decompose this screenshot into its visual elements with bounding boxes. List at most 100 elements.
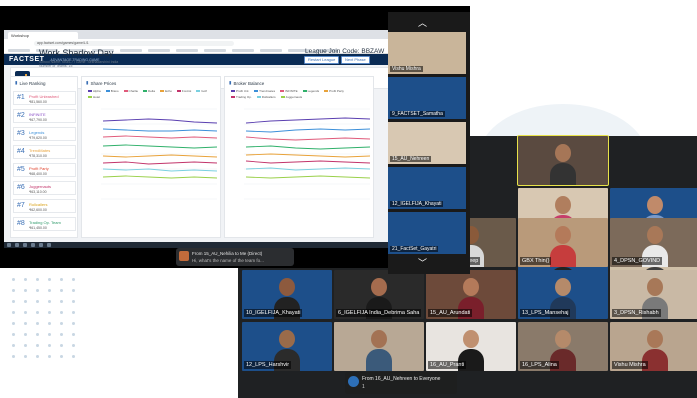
- chevron-up-icon[interactable]: ︿: [418, 16, 427, 29]
- legend-swatch: [88, 96, 92, 98]
- legend-entry[interactable]: Legends: [302, 89, 319, 93]
- rank-number: #3: [17, 130, 25, 137]
- page-title: Work Shadow Day: [39, 48, 114, 58]
- participant-video-tile[interactable]: [517, 135, 609, 186]
- series-line: [102, 118, 218, 124]
- ranking-item: #2 INFINITE ₹67,790.00: [13, 109, 76, 123]
- taskbar-app-icon[interactable]: [15, 243, 19, 247]
- legend-entry[interactable]: Golf: [196, 89, 207, 93]
- participant-video-tile[interactable]: 12_IGELFIJA_Khayati: [388, 167, 466, 209]
- next-phase-button[interactable]: Next Phase: [341, 56, 370, 64]
- bookmark-item[interactable]: [176, 48, 198, 52]
- chat-notification-message: Hi, what's the name of the team fo...: [192, 258, 264, 263]
- team-value: ₹81,560.00: [29, 100, 47, 104]
- series-line: [245, 153, 371, 158]
- bookmark-item[interactable]: [148, 48, 170, 52]
- participant-video-tile[interactable]: 15_AU_Arundati: [426, 270, 516, 319]
- participant-video-tile[interactable]: 15_AU_Nehreen: [388, 122, 466, 164]
- participant-name: 15_AU_Nehreen: [390, 156, 432, 162]
- ranking-item: #1 Profit Unleashed ₹81,560.00: [13, 91, 76, 105]
- series-line: [102, 175, 218, 179]
- participant-video-tile[interactable]: 16_LPS_Alina: [518, 322, 608, 371]
- legend-swatch: [123, 90, 128, 92]
- bookmark-item[interactable]: [260, 48, 282, 52]
- live-ranking-panel: ▮ Live Ranking #1 Profit Unleashed ₹81,560…: [10, 76, 78, 238]
- series-line: [245, 145, 371, 150]
- participant-video-tile[interactable]: 6_IGELFIJA India_Debrima Saha: [334, 270, 424, 319]
- legend-swatch: [231, 96, 235, 98]
- participant-name: 12_LPS_Harshvir: [244, 361, 292, 369]
- participant-video-tile[interactable]: 21_FactSet_Gayatri: [388, 212, 466, 254]
- bookmark-item[interactable]: [8, 48, 30, 52]
- taskbar-app-icon[interactable]: [23, 243, 27, 247]
- team-value: ₹78,310.00: [29, 154, 47, 158]
- participant-video-tile[interactable]: [334, 322, 424, 371]
- participant-name: 13_LPS_Mansehaj: [520, 309, 571, 317]
- legend-entry[interactable]: Foxtrot: [176, 89, 191, 93]
- legend-entry[interactable]: Profit Unl.: [231, 89, 249, 93]
- team-name: Rollcallers: [29, 202, 48, 207]
- participant-head: [647, 278, 663, 296]
- participant-video-tile[interactable]: 16_AU_Pranti: [426, 322, 516, 371]
- legend-entry[interactable]: Profit Party: [324, 89, 344, 93]
- participant-video-tile[interactable]: Vishu Mishra: [610, 322, 697, 371]
- chat-notification-sender: From 15_AU_Nehilia to Me (Direct): [192, 251, 263, 256]
- participant-name: Vishu Mishra: [390, 66, 423, 72]
- legend-entry[interactable]: Delta: [143, 89, 155, 93]
- series-line: [102, 144, 218, 149]
- legend-entry[interactable]: Trading Op.: [231, 95, 252, 99]
- chevron-down-icon[interactable]: ﹀: [418, 256, 427, 269]
- legend-entry[interactable]: INFINITE: [280, 89, 298, 93]
- participant-video-tile[interactable]: 12_LPS_Harshvir: [242, 322, 332, 371]
- legend-entry[interactable]: Alpha: [88, 89, 101, 93]
- bookmark-item[interactable]: [120, 48, 142, 52]
- rank-number: #1: [17, 94, 25, 101]
- participant-head: [647, 196, 663, 214]
- rank-number: #6: [17, 184, 25, 191]
- team-name: Trading Op. Team: [29, 220, 61, 225]
- chart-icon: ▮: [229, 80, 232, 85]
- taskbar-app-icon[interactable]: [31, 243, 35, 247]
- broker-balance-title: ▮ Broker Balance: [225, 77, 373, 89]
- team-name: Profit Unleashed: [29, 94, 59, 99]
- start-icon[interactable]: [7, 243, 11, 247]
- participant-video-tile[interactable]: 10_IGELFIJA_Khayati: [242, 270, 332, 319]
- rank-number: #5: [17, 166, 25, 173]
- ranking-item: #6 Juggernauts ₹63,110.00: [13, 181, 76, 195]
- group-chat-notification[interactable]: From 16_AU_Nehreen to Everyone 1: [345, 372, 457, 394]
- browser-tab[interactable]: Workshop: [8, 32, 78, 39]
- participant-video-tile[interactable]: 13_LPS_Mansehaj: [518, 270, 608, 319]
- restart-league-button[interactable]: Restart League: [304, 56, 340, 64]
- participant-video: [366, 330, 392, 371]
- participant-video-tile[interactable]: GBX Thin(): [518, 218, 608, 267]
- series-line: [245, 136, 371, 141]
- bookmark-item[interactable]: [204, 48, 226, 52]
- taskbar-app-icon[interactable]: [39, 243, 43, 247]
- participant-name: 16_LPS_Alina: [520, 361, 559, 369]
- legend-entry[interactable]: Juggernauts: [280, 95, 302, 99]
- direct-chat-notification[interactable]: From 15_AU_Nehilia to Me (Direct) Hi, wh…: [176, 248, 294, 266]
- legend-entry[interactable]: Hotel: [88, 95, 100, 99]
- ranking-icon: ▮: [15, 80, 18, 85]
- participant-body: [550, 245, 576, 267]
- series-line: [102, 128, 218, 132]
- chat-avatar: [348, 376, 359, 387]
- participant-video-tile[interactable]: 4_DPSN_GOVIND: [610, 218, 697, 267]
- legend-entry[interactable]: Echo: [160, 89, 172, 93]
- broker-balance-chart: [244, 108, 371, 200]
- participant-video-tile[interactable]: 9_FACTSET_Samatha: [388, 77, 466, 119]
- legend-entry[interactable]: Bravo: [105, 89, 119, 93]
- legend-entry[interactable]: Charlie: [123, 89, 139, 93]
- participant-name: 9_FACTSET_Samatha: [390, 111, 445, 117]
- legend-label: Charlie: [128, 89, 139, 93]
- dot-pattern: [12, 278, 76, 358]
- legend-entry[interactable]: Trendmates: [254, 89, 275, 93]
- taskbar-app-icon[interactable]: [47, 243, 51, 247]
- participant-name: 16_AU_Pranti: [428, 361, 467, 369]
- ranking-item: #7 Rollcallers ₹62,600.00: [13, 199, 76, 213]
- participant-head: [279, 330, 295, 348]
- legend-entry[interactable]: Rollcallers: [256, 95, 276, 99]
- participant-video-tile[interactable]: 3_DPSN_Rishabh: [610, 270, 697, 319]
- bookmark-item[interactable]: [232, 48, 254, 52]
- participant-video-tile[interactable]: Vishu Mishra: [388, 32, 466, 74]
